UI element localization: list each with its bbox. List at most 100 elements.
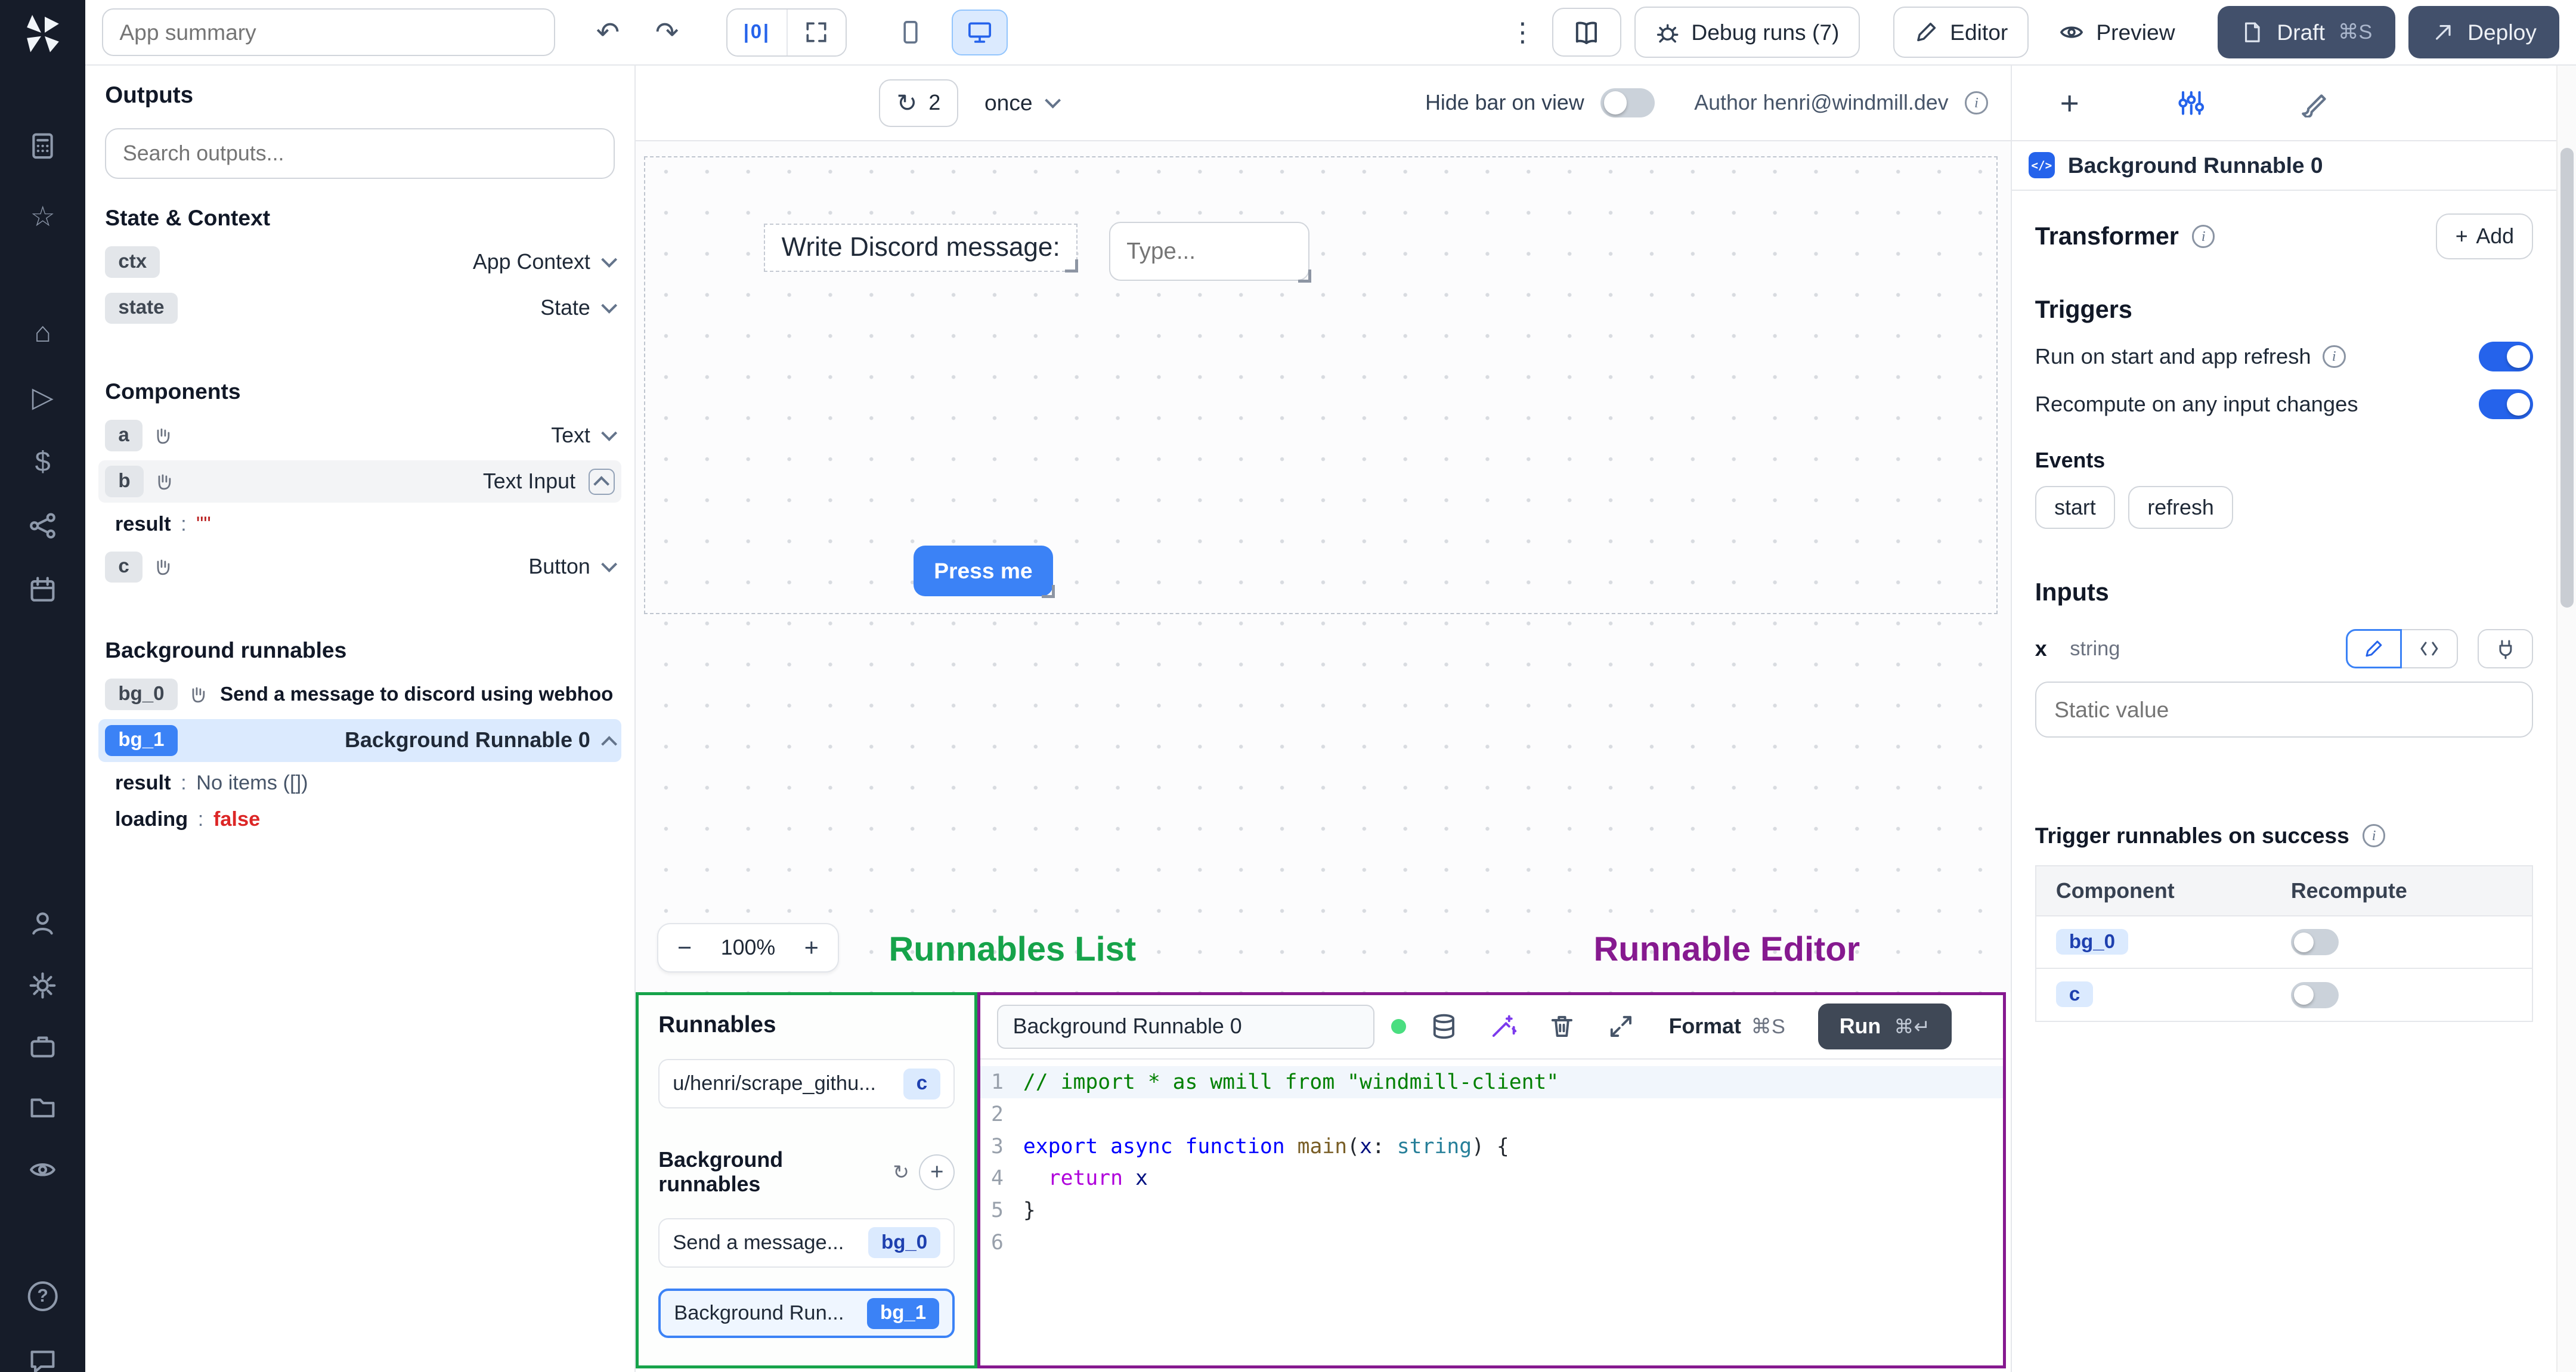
chat-icon[interactable] (18, 1337, 67, 1372)
code-line[interactable]: 2 (980, 1098, 2003, 1131)
play-icon[interactable]: ▷ (18, 373, 67, 422)
undo-button[interactable]: ↶ (585, 10, 631, 55)
cache-icon[interactable] (1422, 1005, 1465, 1048)
draft-button[interactable]: Draft ⌘S (2218, 6, 2395, 59)
resize-handle[interactable] (1298, 269, 1311, 283)
home-icon[interactable]: ⌂ (18, 307, 67, 357)
static-edit-button[interactable] (2346, 629, 2402, 669)
fullscreen-button[interactable] (786, 9, 846, 55)
text-component[interactable]: Write Discord message: (764, 223, 1078, 272)
event-chip-start[interactable]: start (2035, 486, 2116, 529)
refresh-count-button[interactable]: ↻ 2 (878, 79, 958, 127)
runnable-name-input[interactable] (996, 1004, 1375, 1049)
recompute-c-toggle[interactable] (2290, 981, 2339, 1008)
gear-icon[interactable] (18, 961, 67, 1011)
help-icon[interactable]: ? (18, 1271, 67, 1321)
collapse-button[interactable] (589, 468, 615, 495)
more-menu-button[interactable]: ⋮ (1500, 16, 1539, 49)
windmill-logo-icon[interactable] (21, 13, 64, 61)
redo-button[interactable]: ↷ (644, 10, 690, 55)
code-line[interactable]: 4 return x (980, 1162, 2003, 1194)
dollar-icon[interactable]: $ (18, 437, 67, 487)
output-row-state[interactable]: state State (98, 287, 621, 330)
run-on-start-toggle[interactable] (2479, 342, 2534, 371)
event-chip-refresh[interactable]: refresh (2128, 486, 2234, 529)
resize-handle[interactable] (1064, 259, 1078, 272)
frequency-dropdown[interactable]: once (984, 90, 1061, 116)
code-line[interactable]: 6 (980, 1227, 2003, 1259)
hide-bar-toggle[interactable] (1600, 88, 1655, 118)
code-line[interactable]: 1// import * as wmill from "windmill-cli… (980, 1066, 2003, 1098)
insert-component-tab[interactable]: + (2048, 82, 2091, 125)
chevron-down-icon[interactable] (600, 556, 618, 573)
info-icon[interactable]: i (1965, 91, 1988, 114)
ctx-badge: ctx (105, 246, 160, 278)
user-icon[interactable] (18, 899, 67, 948)
star-icon[interactable]: ☆ (18, 192, 67, 241)
output-row-c[interactable]: c Button (98, 546, 621, 589)
recompute-bg0-toggle[interactable] (2290, 929, 2339, 956)
connect-plug-button[interactable] (2477, 629, 2534, 669)
info-icon[interactable]: i (2191, 225, 2215, 248)
button-component[interactable]: Press me (913, 545, 1055, 598)
folder-icon[interactable] (18, 1083, 67, 1132)
chevron-up-icon[interactable] (600, 735, 618, 752)
desktop-view-button[interactable] (952, 9, 1008, 55)
docs-button[interactable] (1552, 7, 1621, 57)
app-summary-input[interactable] (101, 8, 556, 57)
workflow-icon[interactable] (18, 501, 67, 550)
output-row-bg1[interactable]: bg_1 Background Runnable 0 (98, 718, 622, 762)
expand-icon[interactable] (1600, 1005, 1643, 1048)
component-settings-tab[interactable] (2170, 82, 2213, 125)
chevron-down-icon[interactable] (600, 251, 618, 268)
c-badge: c (903, 1068, 941, 1100)
zoom-out-button[interactable]: − (658, 924, 711, 971)
expression-button[interactable] (2401, 629, 2458, 669)
bg0-runnable-item[interactable]: Send a message... bg_0 (658, 1218, 955, 1268)
search-outputs-input[interactable] (105, 128, 615, 179)
panel-layout-button[interactable]: |0| (727, 9, 787, 55)
styling-tab[interactable] (2292, 82, 2334, 125)
output-row-b[interactable]: b Text Input (98, 460, 622, 503)
briefcase-icon[interactable] (18, 1022, 67, 1071)
chevron-down-icon[interactable] (600, 425, 618, 442)
add-background-runnable-button[interactable]: + (919, 1154, 955, 1191)
format-button[interactable]: Format ⌘S (1669, 1014, 1785, 1039)
calendar-icon[interactable] (18, 565, 67, 615)
scrollbar-thumb[interactable] (2560, 147, 2574, 608)
delete-icon[interactable] (1541, 1005, 1584, 1048)
press-me-button[interactable]: Press me (913, 545, 1053, 597)
app-canvas[interactable]: Write Discord message: Press me − 100% +… (636, 141, 2011, 993)
static-value-input[interactable] (2035, 682, 2534, 738)
debug-runs-button[interactable]: Debug runs (7) (1634, 7, 1860, 58)
editor-tab-button[interactable]: Editor (1893, 7, 2029, 58)
add-transformer-button[interactable]: + Add (2436, 213, 2534, 260)
run-button[interactable]: Run ⌘↵ (1818, 1004, 1952, 1050)
deploy-button[interactable]: Deploy (2408, 6, 2560, 59)
resize-handle[interactable] (1041, 584, 1055, 598)
script-runnable-item[interactable]: u/henri/scrape_githu... c (658, 1059, 955, 1109)
mobile-view-button[interactable] (883, 10, 939, 55)
zoom-in-button[interactable]: + (785, 924, 838, 971)
eye-icon[interactable] (18, 1145, 67, 1194)
textinput-component[interactable] (1109, 221, 1311, 283)
ai-assistant-icon[interactable] (1482, 1005, 1525, 1048)
recompute-toggle[interactable] (2479, 389, 2534, 419)
preview-tab-button[interactable]: Preview (2042, 7, 2191, 57)
chevron-down-icon[interactable] (600, 297, 618, 314)
bg1-runnable-item[interactable]: Background Run... bg_1 (658, 1289, 955, 1339)
output-row-ctx[interactable]: ctx App Context (98, 241, 621, 284)
code-line[interactable]: 3 export async function main(x: string) { (980, 1131, 2003, 1163)
scrollbar[interactable] (2556, 66, 2576, 1372)
output-row-a[interactable]: a Text (98, 414, 621, 457)
canvas-toolbar: ↻ 2 once Hide bar on view Author henri@w… (636, 66, 2011, 141)
calculator-icon[interactable] (18, 122, 67, 171)
component-b-badge: b (105, 466, 144, 497)
bg0-badge: bg_0 (2055, 929, 2129, 955)
type-input[interactable] (1109, 221, 1309, 281)
output-row-bg0[interactable]: bg_0 Send a message to discord using web… (98, 673, 621, 716)
info-icon[interactable]: i (2322, 345, 2346, 368)
info-icon[interactable]: i (2362, 824, 2386, 847)
code-editor[interactable]: 1// import * as wmill from "windmill-cli… (980, 1060, 2003, 1365)
code-line[interactable]: 5} (980, 1194, 2003, 1227)
